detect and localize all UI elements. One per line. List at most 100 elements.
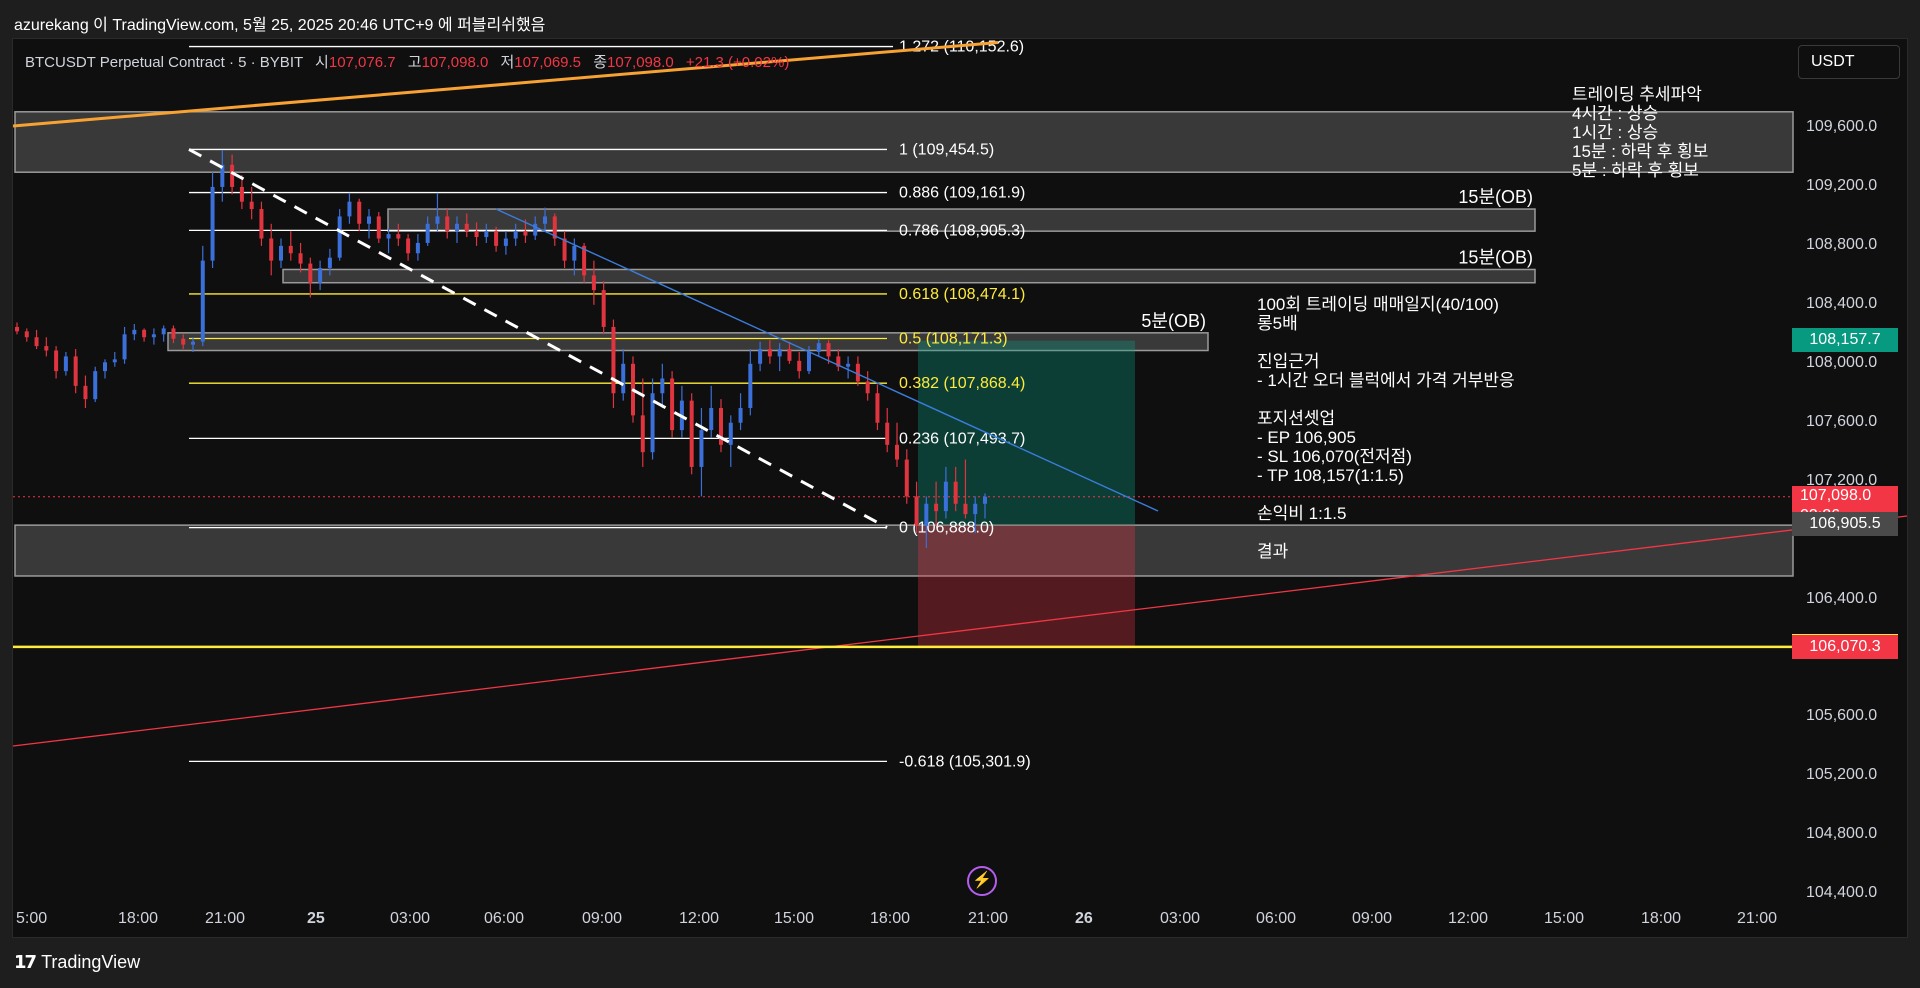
candle-body bbox=[562, 238, 567, 261]
candle-body bbox=[396, 234, 401, 239]
x-axis-tick: 15:00 bbox=[1544, 910, 1585, 927]
x-axis-tick: 03:00 bbox=[390, 910, 431, 927]
x-axis-tick: 21:00 bbox=[968, 910, 1009, 927]
x-axis-tick: 09:00 bbox=[582, 910, 623, 927]
y-axis-tick: 104,400.0 bbox=[1806, 884, 1878, 902]
candle-body bbox=[904, 459, 909, 497]
candle-body bbox=[445, 216, 450, 232]
candle-body bbox=[474, 231, 479, 238]
x-axis-tick: 18:00 bbox=[118, 910, 159, 927]
fib-level-label: 0.382 (107,868.4) bbox=[899, 375, 1025, 392]
fib-level-label: 0 (106,888.0) bbox=[899, 520, 994, 537]
candle-body bbox=[249, 201, 254, 210]
candle-body bbox=[601, 290, 606, 327]
fib-level-label: 0.786 (108,905.3) bbox=[899, 222, 1025, 239]
candle-body bbox=[855, 363, 860, 382]
price-tag: 108,157.7 bbox=[1792, 327, 1898, 352]
candle-body bbox=[54, 350, 59, 372]
x-axis-tick: 21:00 bbox=[205, 910, 246, 927]
y-axis-tick: 105,600.0 bbox=[1806, 707, 1878, 725]
candle-body bbox=[435, 216, 440, 224]
high-label: 고 bbox=[407, 54, 422, 71]
low-label: 저 bbox=[500, 54, 515, 71]
candle-body bbox=[386, 234, 391, 239]
candle-body bbox=[298, 253, 303, 264]
candle-body bbox=[288, 245, 293, 254]
candle-body bbox=[797, 360, 802, 372]
candle-body bbox=[239, 186, 244, 202]
candle-body bbox=[728, 422, 733, 445]
candle-body bbox=[826, 343, 831, 357]
symbol-name: BTCUSDT Perpetual Contract · 5 · BYBIT bbox=[25, 54, 303, 71]
y-axis-tick: 108,000.0 bbox=[1806, 353, 1878, 371]
candle-body bbox=[259, 209, 264, 239]
candle-body bbox=[200, 260, 205, 342]
candle-body bbox=[132, 329, 137, 335]
x-axis-tick: 12:00 bbox=[1448, 910, 1489, 927]
candle-body bbox=[934, 503, 939, 512]
candle-body bbox=[63, 356, 68, 372]
candle-body bbox=[943, 481, 948, 512]
candle-body bbox=[621, 363, 626, 394]
candle-body bbox=[161, 328, 166, 335]
x-axis-tick: 15:00 bbox=[774, 910, 815, 927]
x-axis-tick: 21:00 bbox=[1737, 910, 1778, 927]
candle-body bbox=[376, 216, 381, 239]
candle-body bbox=[34, 337, 39, 347]
candle-body bbox=[885, 422, 890, 445]
fib-level-label: 0.236 (107,493.7) bbox=[899, 430, 1025, 447]
price-tag: 106,905.5 bbox=[1792, 512, 1898, 537]
zone-label: 5분(OB) bbox=[1141, 311, 1206, 331]
candle-body bbox=[895, 444, 899, 460]
candle-body bbox=[347, 201, 352, 217]
candle-body bbox=[191, 341, 195, 345]
fib-level-label: 0.5 (108,171.3) bbox=[899, 331, 1008, 348]
candle-body bbox=[591, 275, 596, 291]
candle-body bbox=[914, 496, 919, 526]
candle-body bbox=[83, 385, 88, 400]
tradingview-logo-icon: 𝟭𝟳 bbox=[14, 952, 37, 972]
candle-body bbox=[455, 223, 459, 232]
y-axis-tick: 108,400.0 bbox=[1806, 294, 1878, 312]
candle-body bbox=[846, 363, 851, 367]
candle-body bbox=[464, 223, 469, 232]
candle-body bbox=[865, 381, 870, 394]
fib-level-label: 1.272 (110,152.6) bbox=[899, 39, 1024, 56]
candle-body bbox=[103, 362, 107, 372]
price-tag: 106,070.3 bbox=[1792, 635, 1898, 660]
high-value: 107,098.0 bbox=[421, 54, 489, 71]
candle-body bbox=[210, 186, 215, 261]
y-axis-tick: 108,800.0 bbox=[1806, 235, 1878, 253]
journal-notes: 100회 트레이딩 매매일지(40/100) 롱5배 진입근거 - 1시간 오더… bbox=[1257, 295, 1515, 561]
candle-body bbox=[484, 231, 489, 238]
y-axis-tick: 105,200.0 bbox=[1806, 766, 1878, 784]
candle-body bbox=[513, 231, 518, 239]
tradingview-brand[interactable]: 𝟭𝟳 TradingView bbox=[14, 952, 140, 973]
fib-level-label: 0.618 (108,474.1) bbox=[899, 286, 1025, 303]
x-axis-tick: 06:00 bbox=[1256, 910, 1297, 927]
candle-body bbox=[543, 216, 547, 224]
currency-selector[interactable]: USDT bbox=[1798, 45, 1900, 79]
candle-body bbox=[171, 328, 176, 339]
candle-body bbox=[963, 503, 968, 515]
candle-body bbox=[983, 496, 987, 504]
zone-label: 15분(OB) bbox=[1458, 247, 1533, 267]
zone-label: 15분(OB) bbox=[1458, 187, 1533, 207]
candle-body bbox=[181, 338, 186, 345]
y-axis-tick: 104,800.0 bbox=[1806, 825, 1878, 843]
open-label: 시 bbox=[315, 54, 329, 71]
candle-body bbox=[660, 378, 665, 394]
candle-body bbox=[269, 238, 274, 261]
candle-body bbox=[279, 245, 283, 261]
candle-body bbox=[24, 331, 29, 338]
candle-body bbox=[758, 349, 763, 364]
x-axis-tick: 18:00 bbox=[1641, 910, 1682, 927]
x-axis-tick: 26 bbox=[1075, 910, 1093, 927]
x-axis-tick: 18:00 bbox=[870, 910, 911, 927]
x-axis-tick: 5:00 bbox=[16, 910, 48, 927]
position-loss-zone bbox=[918, 525, 1135, 649]
candle-body bbox=[494, 231, 499, 246]
candle-body bbox=[230, 164, 235, 187]
lightning-icon[interactable]: ⚡ bbox=[967, 866, 997, 896]
symbol-legend: BTCUSDT Perpetual Contract · 5 · BYBIT 시… bbox=[25, 51, 789, 72]
